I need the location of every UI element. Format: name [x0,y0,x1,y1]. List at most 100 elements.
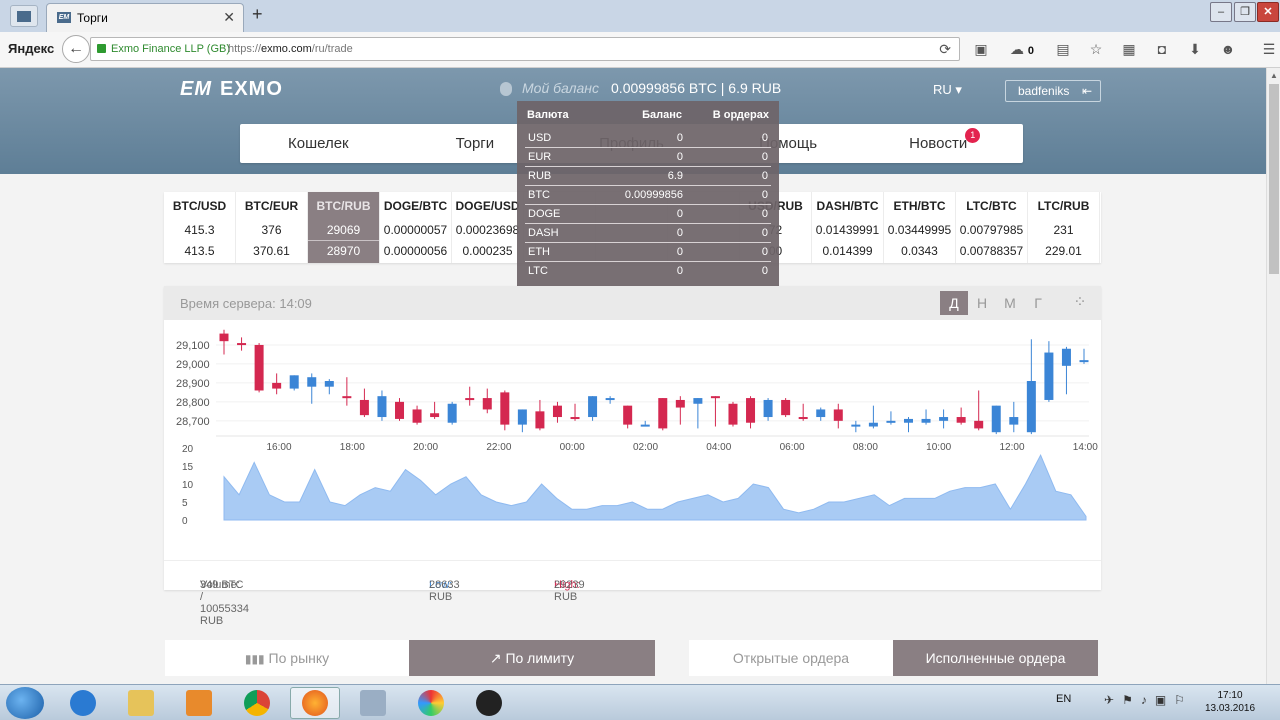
volume-y-tick: 10 [182,480,194,491]
lock-icon [97,44,106,53]
timeframe-switch: ДНМГ [940,291,1052,315]
tray-network-icon[interactable]: ✈ [1104,693,1114,707]
yandex-logo[interactable]: Яндекс [8,41,54,56]
ticker-sell: 0.014399 [822,244,873,258]
ticker-sell: 229.01 [1045,244,1082,258]
candle-body [675,399,685,408]
menu-item-4[interactable]: Новости 1 [866,124,1023,163]
new-tab-button[interactable]: + [252,4,263,25]
obs-icon[interactable] [464,687,514,719]
scrollbar-thumb[interactable] [1269,84,1279,274]
candle-body [1044,352,1054,400]
start-button[interactable] [6,687,44,719]
maximize-button[interactable]: ❐ [1234,2,1256,22]
balance-row: EUR 0 0 [525,148,771,167]
candle-body [605,398,615,401]
ticker-pair[interactable]: BTC/EUR 376 370.61 [236,192,308,263]
site-identity[interactable]: Exmo Finance LLP (GB) [111,43,230,55]
language-select[interactable]: RU ▾ [933,82,962,98]
language-indicator[interactable]: EN [1056,693,1071,705]
bookmark-star-icon[interactable]: ☆ [1087,40,1105,58]
extension-icon[interactable]: ▤ [1054,40,1072,58]
menu-icon[interactable]: ☰ [1260,40,1278,58]
ticker-buy: 231 [1053,223,1074,237]
x-tick-label: 04:00 [706,442,731,453]
ticker-pair: LTC/BTC [966,199,1017,213]
candle-body [430,413,440,418]
candle-body [237,343,247,346]
candle-body [868,422,878,427]
grid-icon[interactable]: ⁘ [1069,292,1091,314]
ticker-pair[interactable]: ETH/BTC 0.03449995 0.0343 [884,192,956,263]
exmo-favicon-icon: EM [57,12,71,23]
firefox-icon[interactable] [290,687,340,719]
ticker-pair[interactable]: DOGE/BTC 0.00000057 0.00000056 [380,192,452,263]
balance-row: RUB 6.9 0 [525,167,771,186]
balance-row: DOGE 0 0 [525,205,771,224]
balance-summary[interactable]: Мой баланс 0.00999856 BTC | 6.9 RUB [500,80,781,97]
menu-item-0[interactable]: Кошелек [240,124,397,163]
candle-body [219,333,229,342]
address-bar[interactable]: Exmo Finance LLP (GB) https://exmo.com/r… [90,37,960,61]
ticker-pair[interactable]: DASH/BTC 0.01439991 0.014399 [812,192,884,263]
candle-body [728,403,738,425]
ticker-pair[interactable]: LTC/RUB 231 229.01 [1028,192,1100,263]
minimize-button[interactable]: – [1210,2,1232,22]
download-icon[interactable]: ⬇ [1186,40,1204,58]
ticker-buy: 0.01439991 [815,223,880,237]
explorer-icon[interactable] [116,687,166,719]
pinned-tab[interactable] [10,5,38,27]
timeframe-button[interactable]: Д [940,291,968,315]
reading-list-icon[interactable]: ▦ [1120,40,1138,58]
timeframe-button[interactable]: Н [968,291,996,315]
page: EM EXMO Мой баланс 0.00999856 BTC | 6.9 RU… [0,68,1266,684]
candle-body [886,420,896,423]
chrome-icon[interactable] [232,687,282,719]
page-scrollbar[interactable]: ▲ [1266,68,1280,684]
x-tick-label: 08:00 [853,442,878,453]
candle-body [1079,360,1089,363]
timeframe-button[interactable]: Г [1024,291,1052,315]
tray-volume-icon[interactable]: ♪ [1141,693,1147,707]
ie-icon[interactable] [58,687,108,719]
exmo-favicon-icon [17,11,31,22]
limit-order-button[interactable]: ↗ По лимиту [409,640,655,676]
calculator-icon[interactable] [348,687,398,719]
timeframe-button[interactable]: М [996,291,1024,315]
ticker-pair[interactable]: BTC/RUB 29069 28970 [308,192,380,263]
open-orders-tab[interactable]: Открытые ордера [689,640,893,676]
url-text[interactable]: https://exmo.com/ru/trade [228,43,353,55]
market-order-button[interactable]: ▮▮▮ По рынку [165,640,409,676]
user-button[interactable]: badfeniks ⇤ [1005,80,1101,102]
candle-body [693,398,703,404]
y-tick-label: 28,800 [176,397,210,409]
x-tick-label: 20:00 [413,442,438,453]
volume-y-tick: 20 [182,444,194,455]
ticker-pair[interactable]: LTC/BTC 0.00797985 0.00788357 [956,192,1028,263]
candle-body [377,396,387,418]
toolbar-icons: ▣ ☁ 0 ▤ ☆ ▦ ◘ ⬇ ☻ ☰ [972,40,1278,58]
close-window-button[interactable]: ✕ [1257,2,1279,22]
chat-icon[interactable]: ☻ [1219,40,1237,58]
tray-power-icon[interactable]: ▣ [1155,693,1166,707]
pocket-icon[interactable]: ◘ [1153,40,1171,58]
paint-icon[interactable] [406,687,456,719]
clock[interactable]: 17:10 13.03.2016 [1200,689,1260,715]
cloud-icon[interactable]: ☁ 0 [1005,40,1039,58]
media-player-icon[interactable] [174,687,224,719]
exmo-logo[interactable]: EM EXMO [180,78,283,101]
ticker-pair: BTC/EUR [244,199,299,213]
candle-body [588,396,598,418]
reload-icon[interactable]: ⟳ [939,41,951,58]
candle-body [833,409,843,421]
tab-trade[interactable]: EM Торги ✕ [46,3,244,32]
close-tab-icon[interactable]: ✕ [223,9,235,26]
tray-flag2-icon[interactable]: ⚐ [1174,693,1185,707]
tray-flag-icon[interactable]: ⚑ [1122,693,1133,707]
filled-orders-tab[interactable]: Исполненные ордера [893,640,1098,676]
back-button[interactable]: ← [62,35,90,63]
ticker-pair[interactable]: BTC/USD 415.3 413.5 [164,192,236,263]
windows-taskbar: EN ✈ ⚑ ♪ ▣ ⚐ 17:10 13.03.2016 [0,684,1280,720]
ticker-pair[interactable]: DOGE/USD 0.00023698 0.000235 [452,192,524,263]
rss-icon[interactable]: ▣ [972,40,990,58]
